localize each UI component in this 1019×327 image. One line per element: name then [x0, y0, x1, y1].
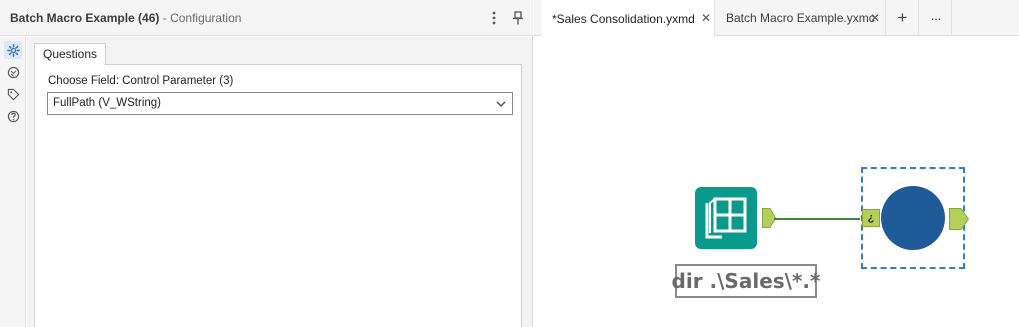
tab-sales-consolidation[interactable]: *Sales Consolidation.yxmd ✕: [542, 0, 715, 37]
close-icon[interactable]: ✕: [699, 11, 713, 25]
pin-icon[interactable]: [509, 9, 527, 27]
plus-icon: +: [897, 8, 908, 27]
configuration-content: Questions Choose Field: Control Paramete…: [27, 37, 532, 327]
tab-label: *Sales Consolidation.yxmd: [552, 11, 695, 26]
tool-name: Batch Macro Example (46): [10, 11, 160, 25]
horizontal-ellipsis-icon: ···: [930, 10, 942, 26]
workflow-canvas[interactable]: ¿ dir .\Sales\*.*: [534, 37, 1019, 327]
vertical-ellipsis-icon[interactable]: [485, 9, 503, 27]
side-rail: [0, 37, 26, 327]
configuration-title: Batch Macro Example (46) - Configuration: [10, 11, 241, 25]
more-tabs-button[interactable]: ···: [920, 0, 952, 36]
configuration-header: Batch Macro Example (46) - Configuration: [0, 0, 533, 36]
tab-questions[interactable]: Questions: [34, 43, 107, 65]
batch-macro-tool[interactable]: [881, 186, 945, 250]
tag-icon[interactable]: [4, 85, 22, 103]
tool-annotation[interactable]: dir .\Sales\*.*: [672, 264, 820, 298]
directory-tool[interactable]: [695, 187, 757, 249]
macro-output-anchor[interactable]: [949, 208, 969, 230]
connection-line[interactable]: [774, 218, 860, 220]
tab-label: Batch Macro Example.yxmc: [726, 11, 875, 25]
configuration-pane: Batch Macro Example (46) - Configuration…: [0, 0, 533, 327]
control-parameter-anchor[interactable]: ¿: [862, 209, 880, 227]
help-icon[interactable]: [4, 107, 22, 125]
tab-batch-macro-example[interactable]: Batch Macro Example.yxmc ✕: [716, 0, 886, 36]
select-value: FullPath (V_WString): [53, 97, 162, 109]
add-tab-button[interactable]: +: [887, 0, 919, 36]
document-tabbar: *Sales Consolidation.yxmd ✕ Batch Macro …: [534, 0, 1019, 37]
panel-name: Configuration: [170, 11, 242, 25]
control-parameter-select[interactable]: FullPath (V_WString): [47, 92, 513, 115]
workflow-canvas-pane: *Sales Consolidation.yxmd ✕ Batch Macro …: [534, 0, 1019, 327]
directory-tool-icon: [695, 187, 757, 249]
anchor-label: ¿: [867, 212, 875, 224]
connection-icon[interactable]: [4, 63, 22, 81]
question-label: Choose Field: Control Parameter (3): [48, 75, 234, 87]
close-icon[interactable]: ✕: [868, 11, 882, 25]
questions-panel: Choose Field: Control Parameter (3) Full…: [34, 64, 522, 327]
chevron-down-icon: [496, 101, 506, 107]
title-separator: -: [159, 11, 171, 25]
gear-icon[interactable]: [4, 41, 22, 59]
